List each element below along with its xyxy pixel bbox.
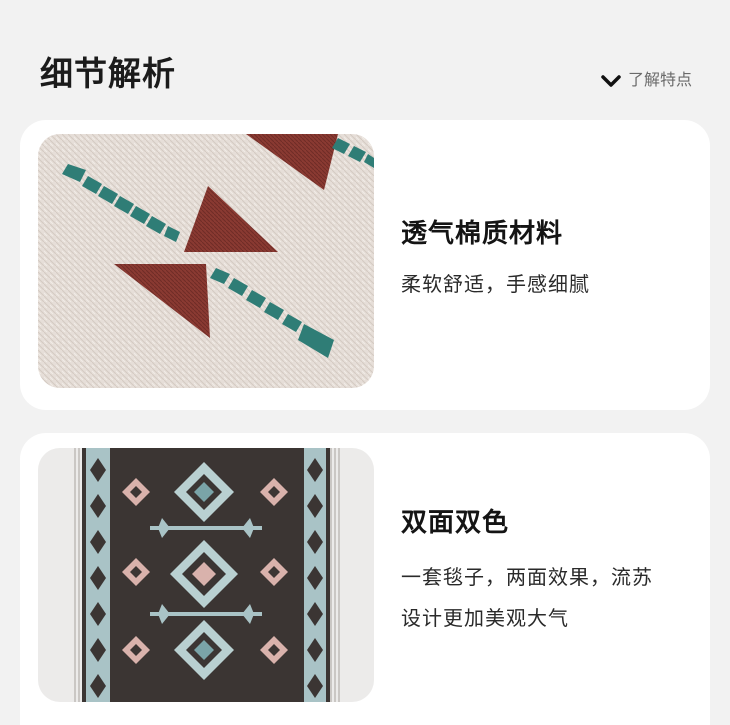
feature-description: 一套毯子，两面效果，流苏 设计更加美观大气 [401,557,694,639]
feature-card-material: 透气棉质材料 柔软舒适，手感细腻 [20,120,710,410]
feature-text-double-sided: 双面双色 一套毯子，两面效果，流苏 设计更加美观大气 [401,503,694,639]
feature-title: 透气棉质材料 [401,219,564,249]
product-details-page: 细节解析 了解特点 透气棉质材料 柔软舒适，手感细腻 双面双色 一套毯子，两面效… [0,0,730,725]
feature-title: 双面双色 [401,508,510,538]
double-sided-blanket-photo [38,448,374,702]
learn-features-label: 了解特点 [627,70,692,89]
feature-card-double-sided: 双面双色 一套毯子，两面效果，流苏 设计更加美观大气 [20,433,710,725]
feature-description: 柔软舒适，手感细腻 [401,272,590,296]
learn-features-button[interactable]: 了解特点 [600,68,692,92]
feature-text-material: 透气棉质材料 柔软舒适，手感细腻 [401,214,694,304]
section-title: 细节解析 [40,54,176,93]
feature-description-line: 设计更加美观大气 [401,606,569,630]
woven-fabric-closeup-photo [38,134,374,388]
section-header: 细节解析 了解特点 [40,52,692,100]
feature-description-line: 一套毯子，两面效果，流苏 [401,565,653,589]
chevron-down-icon [600,72,622,88]
